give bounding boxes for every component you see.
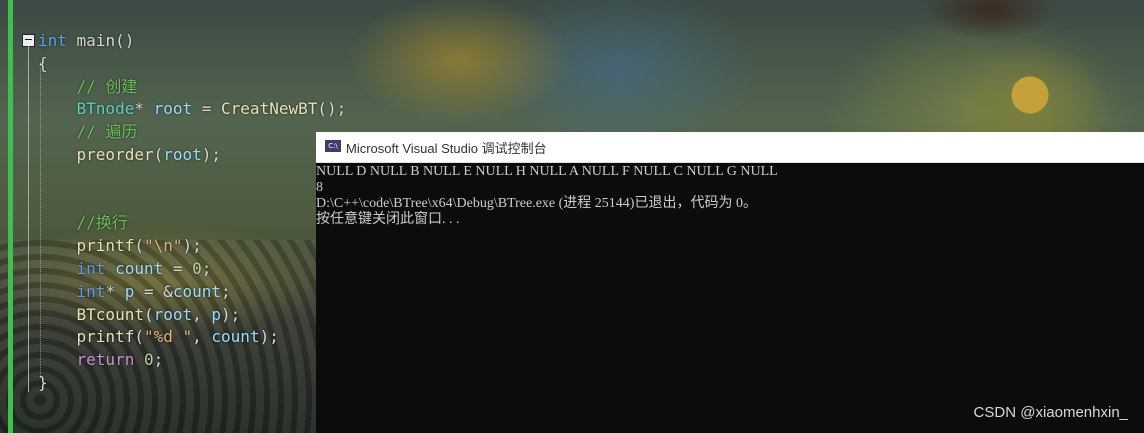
code-line[interactable]: BTcount(root, p); [38, 304, 241, 326]
code-token: { [38, 53, 48, 73]
code-token: root [153, 99, 193, 119]
code-token: ); [221, 304, 241, 324]
console-app-icon: C:\ [325, 140, 341, 152]
code-token: int [38, 281, 106, 301]
console-titlebar[interactable]: C:\ Microsoft Visual Studio 调试控制台 [316, 132, 1144, 163]
code-token: // 创建 [38, 76, 138, 96]
code-token: ); [201, 145, 222, 164]
code-token: "%d " [143, 327, 193, 347]
code-line[interactable]: int main() [38, 30, 134, 52]
console-line: 8 [316, 180, 323, 195]
code-token: ); [259, 327, 279, 347]
code-token: = [163, 259, 193, 278]
code-token: 0 [143, 350, 154, 370]
code-editor[interactable]: − int main(){ // 创建 BTnode* root = Creat… [0, 0, 346, 433]
code-line[interactable]: //换行 [38, 212, 128, 234]
code-token: printf [38, 327, 135, 347]
code-token: return [38, 350, 135, 370]
code-token: count [211, 327, 260, 347]
code-token: , [192, 304, 212, 324]
code-line[interactable]: printf("%d ", count); [38, 326, 279, 348]
change-tracking-bar [8, 0, 13, 433]
code-token: root [163, 145, 202, 164]
code-token: * [134, 99, 154, 119]
code-token: // 遍历 [38, 122, 138, 142]
code-token: ; [201, 259, 212, 278]
background-character-art [910, 0, 1144, 135]
csdn-watermark: CSDN @xiaomenhxin_ [973, 404, 1128, 421]
code-line[interactable]: printf("\n"); [38, 235, 202, 257]
code-line[interactable]: // 遍历 [38, 121, 138, 143]
code-token: (); [317, 99, 347, 119]
code-token: //换行 [38, 213, 128, 233]
code-line[interactable]: int count = 0; [38, 258, 212, 280]
code-token: ( [143, 304, 154, 324]
code-token: 0 [192, 259, 202, 278]
code-token: int [38, 31, 67, 50]
code-token: BTcount [38, 304, 144, 324]
code-token: BTnode [38, 99, 135, 119]
code-token: ( [134, 327, 144, 347]
code-token: ; [221, 281, 231, 301]
code-token: = [192, 99, 222, 119]
code-token: ( [134, 236, 144, 256]
console-title: Microsoft Visual Studio 调试控制台 [346, 141, 547, 156]
code-token: count [172, 281, 222, 301]
code-line[interactable]: preorder(root); [38, 144, 222, 166]
console-output[interactable]: NULL D NULL B NULL E NULL H NULL A NULL … [316, 164, 1144, 433]
code-token: p [211, 304, 222, 324]
code-line[interactable]: return 0; [38, 349, 164, 371]
code-token: main() [66, 31, 135, 50]
code-line[interactable]: } [38, 372, 48, 394]
code-token: "\n" [143, 236, 183, 256]
code-token: ; [153, 350, 164, 370]
code-token: p [124, 281, 135, 301]
code-token: * [105, 281, 125, 301]
console-line: D:\C++\code\BTree\x64\Debug\BTree.exe (进… [316, 196, 757, 211]
code-line[interactable]: int* p = &count; [38, 281, 231, 303]
code-token: } [38, 373, 48, 392]
code-line[interactable]: BTnode* root = CreatNewBT(); [38, 98, 347, 120]
code-token: = & [134, 281, 173, 301]
scope-brace-line [28, 46, 29, 392]
code-token: count [115, 259, 164, 278]
code-line[interactable]: { [38, 53, 48, 75]
code-token: root [153, 304, 193, 324]
debug-console-window[interactable]: C:\ Microsoft Visual Studio 调试控制台 NULL D… [316, 132, 1144, 433]
code-token: ( [153, 145, 164, 164]
code-line[interactable]: // 创建 [38, 76, 138, 98]
console-line: 按任意键关闭此窗口. . . [316, 212, 460, 227]
code-token: ); [182, 236, 202, 256]
code-token: printf [38, 236, 135, 256]
code-token: int [38, 259, 106, 278]
code-token: , [192, 327, 212, 347]
code-token: CreatNewBT [221, 99, 318, 119]
console-line: NULL D NULL B NULL E NULL H NULL A NULL … [316, 164, 778, 179]
code-token: preorder [38, 145, 154, 164]
